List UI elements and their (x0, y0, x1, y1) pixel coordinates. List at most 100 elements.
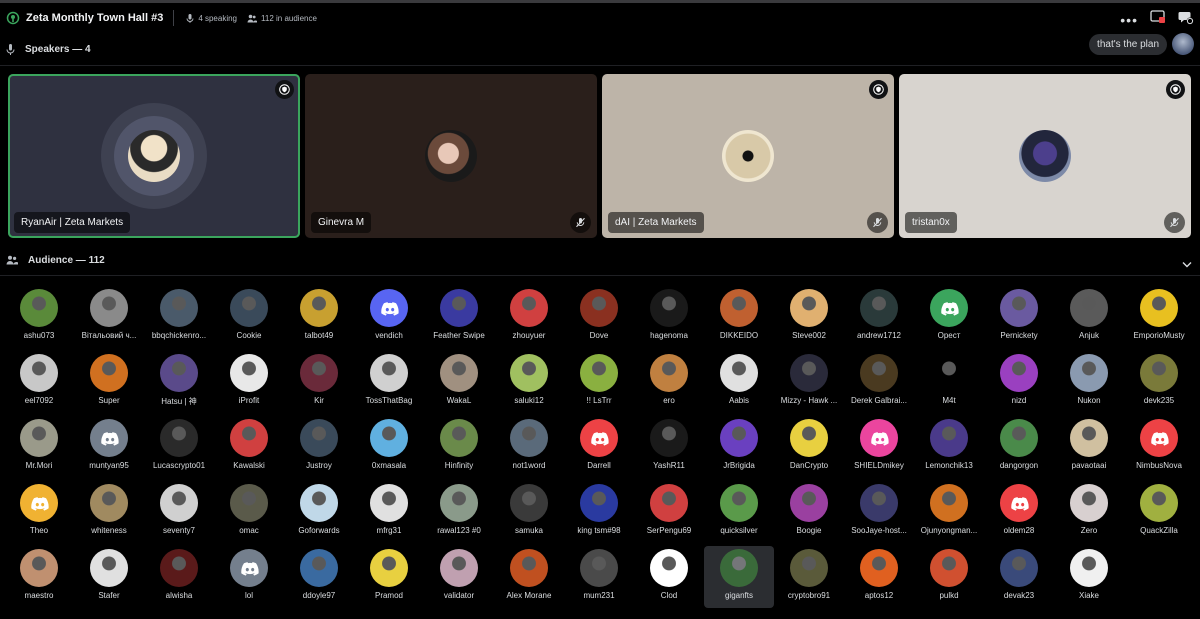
audience-member[interactable]: DIKKEIDO (704, 286, 774, 348)
audience-member[interactable]: Mr.Mori (4, 416, 74, 478)
audience-member[interactable]: Anjuk (1054, 286, 1124, 348)
more-options-icon[interactable]: ••• (1120, 13, 1138, 27)
audience-member[interactable]: EmporioMusty (1124, 286, 1194, 348)
audience-member[interactable]: saluki12 (494, 351, 564, 413)
audience-member-name: devk235 (1143, 396, 1175, 405)
audience-member[interactable]: ddoyle97 (284, 546, 354, 608)
audience-member[interactable]: M4t (914, 351, 984, 413)
audience-member[interactable]: devk235 (1124, 351, 1194, 413)
audience-member[interactable]: not1word (494, 416, 564, 478)
muted-microphone-icon (867, 212, 888, 233)
audience-member[interactable]: pavaotaai (1054, 416, 1124, 478)
audience-member[interactable]: Ojunyongman... (914, 481, 984, 543)
audience-member[interactable]: zhouyuer (494, 286, 564, 348)
audience-member[interactable]: Super (74, 351, 144, 413)
audience-member[interactable]: Lemonchik13 (914, 416, 984, 478)
status-chip[interactable]: that's the plan (1089, 34, 1167, 55)
audience-member[interactable]: ashu073 (4, 286, 74, 348)
audience-member[interactable]: JrBrigida (704, 416, 774, 478)
audience-member[interactable]: giganfts (704, 546, 774, 608)
audience-member[interactable]: Boogie (774, 481, 844, 543)
audience-member[interactable]: samuka (494, 481, 564, 543)
chevron-down-icon[interactable] (1182, 255, 1192, 273)
audience-member[interactable]: Xiake (1054, 546, 1124, 608)
audience-member[interactable]: whiteness (74, 481, 144, 543)
audience-member[interactable]: Alex Morane (494, 546, 564, 608)
speaker-tile[interactable]: tristan0x (899, 74, 1191, 238)
audience-member[interactable]: Darrell (564, 416, 634, 478)
audience-member-name: mfrg31 (376, 526, 402, 535)
audience-member[interactable]: SooJaye-host... (844, 481, 914, 543)
speaker-tile[interactable]: dAI | Zeta Markets (602, 74, 894, 238)
audience-member[interactable]: Hatsu | 神 (144, 351, 214, 413)
audience-member[interactable]: Pernickety (984, 286, 1054, 348)
audience-member[interactable]: Kawalski (214, 416, 284, 478)
audience-member[interactable]: SHIELDmikey (844, 416, 914, 478)
audience-member[interactable]: oldem28 (984, 481, 1054, 543)
audience-member[interactable]: talbot49 (284, 286, 354, 348)
audience-member[interactable]: aptos12 (844, 546, 914, 608)
audience-member[interactable]: Hinfinity (424, 416, 494, 478)
audience-member[interactable]: Mizzy - Hawk ... (774, 351, 844, 413)
audience-member[interactable]: Aabis (704, 351, 774, 413)
audience-member[interactable]: mum231 (564, 546, 634, 608)
member-avatar (1000, 549, 1038, 587)
audience-member[interactable]: quicksilver (704, 481, 774, 543)
audience-section-header[interactable]: Audience — 112 (0, 249, 1200, 271)
audience-member[interactable]: Justroy (284, 416, 354, 478)
audience-member[interactable]: Dove (564, 286, 634, 348)
audience-member[interactable]: rawal123 #0 (424, 481, 494, 543)
audience-member-name: Dove (589, 331, 609, 340)
audience-member[interactable]: lol (214, 546, 284, 608)
audience-member[interactable]: Goforwards (284, 481, 354, 543)
audience-member[interactable]: dangorgon (984, 416, 1054, 478)
audience-member[interactable]: pulkd (914, 546, 984, 608)
audience-member[interactable]: mfrg31 (354, 481, 424, 543)
audience-member[interactable]: WakaL (424, 351, 494, 413)
audience-member[interactable]: Pramod (354, 546, 424, 608)
audience-member[interactable]: Zero (1054, 481, 1124, 543)
audience-member[interactable]: Theo (4, 481, 74, 543)
audience-member[interactable]: YashR11 (634, 416, 704, 478)
audience-member[interactable]: DanCrypto (774, 416, 844, 478)
audience-member[interactable]: seventy7 (144, 481, 214, 543)
audience-member[interactable]: SerPengu69 (634, 481, 704, 543)
audience-member[interactable]: ero (634, 351, 704, 413)
audience-member[interactable]: Feather Swipe (424, 286, 494, 348)
audience-member[interactable]: andrew1712 (844, 286, 914, 348)
audience-member[interactable]: alwisha (144, 546, 214, 608)
audience-member[interactable]: NimbusNova (1124, 416, 1194, 478)
audience-member[interactable]: cryptobro91 (774, 546, 844, 608)
audience-member[interactable]: QuackZilla (1124, 481, 1194, 543)
audience-member[interactable]: !! LsTrr (564, 351, 634, 413)
audience-member[interactable]: Lucascrypto01 (144, 416, 214, 478)
chat-toggle-icon[interactable] (1178, 9, 1194, 30)
audience-member[interactable]: Kir (284, 351, 354, 413)
audience-member[interactable]: 0xmasala (354, 416, 424, 478)
audience-member[interactable]: Орест (914, 286, 984, 348)
audience-member[interactable]: Nukon (1054, 351, 1124, 413)
audience-member[interactable]: devak23 (984, 546, 1054, 608)
speaker-tile[interactable]: RyanAir | Zeta Markets (8, 74, 300, 238)
user-avatar[interactable] (1172, 33, 1194, 55)
audience-member[interactable]: maestro (4, 546, 74, 608)
audience-member[interactable]: eel7092 (4, 351, 74, 413)
audience-member[interactable]: muntyan95 (74, 416, 144, 478)
audience-member[interactable]: TossThatBag (354, 351, 424, 413)
audience-member[interactable]: Cookie (214, 286, 284, 348)
audience-member[interactable]: validator (424, 546, 494, 608)
audience-member[interactable]: iProfit (214, 351, 284, 413)
speaker-tile[interactable]: Ginevra M (305, 74, 597, 238)
audience-member[interactable]: omac (214, 481, 284, 543)
audience-member[interactable]: nizd (984, 351, 1054, 413)
audience-member[interactable]: hagenoma (634, 286, 704, 348)
popout-icon[interactable] (1150, 10, 1166, 29)
audience-member[interactable]: Clod (634, 546, 704, 608)
audience-member[interactable]: vendich (354, 286, 424, 348)
audience-member[interactable]: Derek Galbrai... (844, 351, 914, 413)
audience-member[interactable]: king tsm#98 (564, 481, 634, 543)
audience-member[interactable]: bbqchickenro... (144, 286, 214, 348)
audience-member[interactable]: Steve002 (774, 286, 844, 348)
audience-member[interactable]: Stafer (74, 546, 144, 608)
audience-member[interactable]: Вітальовий ч... (74, 286, 144, 348)
